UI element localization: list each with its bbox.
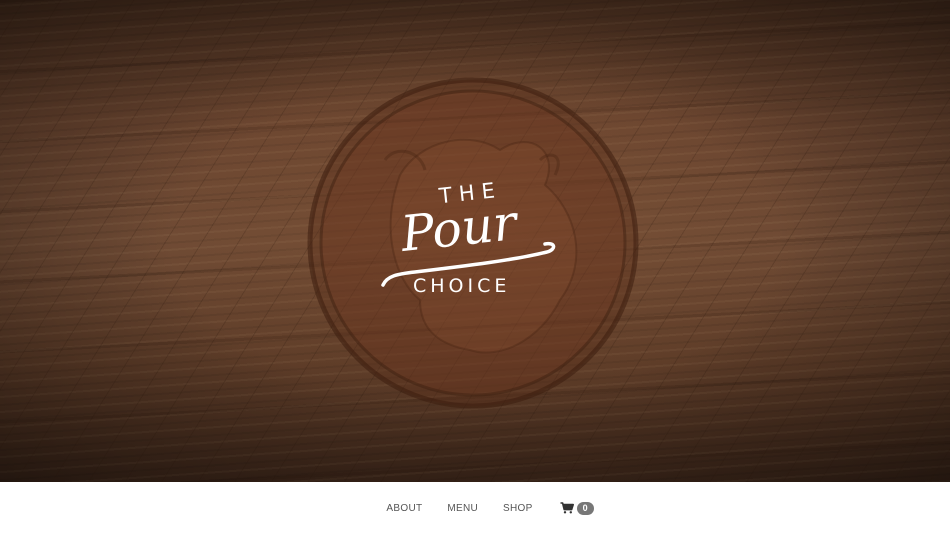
- cart-count-badge: 0: [576, 501, 594, 515]
- nav-menu-link[interactable]: MENU: [447, 503, 478, 514]
- cart-button[interactable]: 0: [560, 501, 594, 515]
- hero-banner: THE Pour CHOICE: [0, 0, 950, 482]
- main-navigation: ABOUT MENU SHOP 0: [0, 482, 950, 534]
- nav-shop-link[interactable]: SHOP: [503, 503, 533, 514]
- shopping-cart-icon: [560, 502, 574, 514]
- nav-list: ABOUT MENU SHOP 0: [386, 501, 594, 515]
- nav-about-link[interactable]: ABOUT: [386, 503, 422, 514]
- logo-choice: CHOICE: [413, 275, 511, 297]
- brand-logo[interactable]: THE Pour CHOICE: [375, 178, 565, 303]
